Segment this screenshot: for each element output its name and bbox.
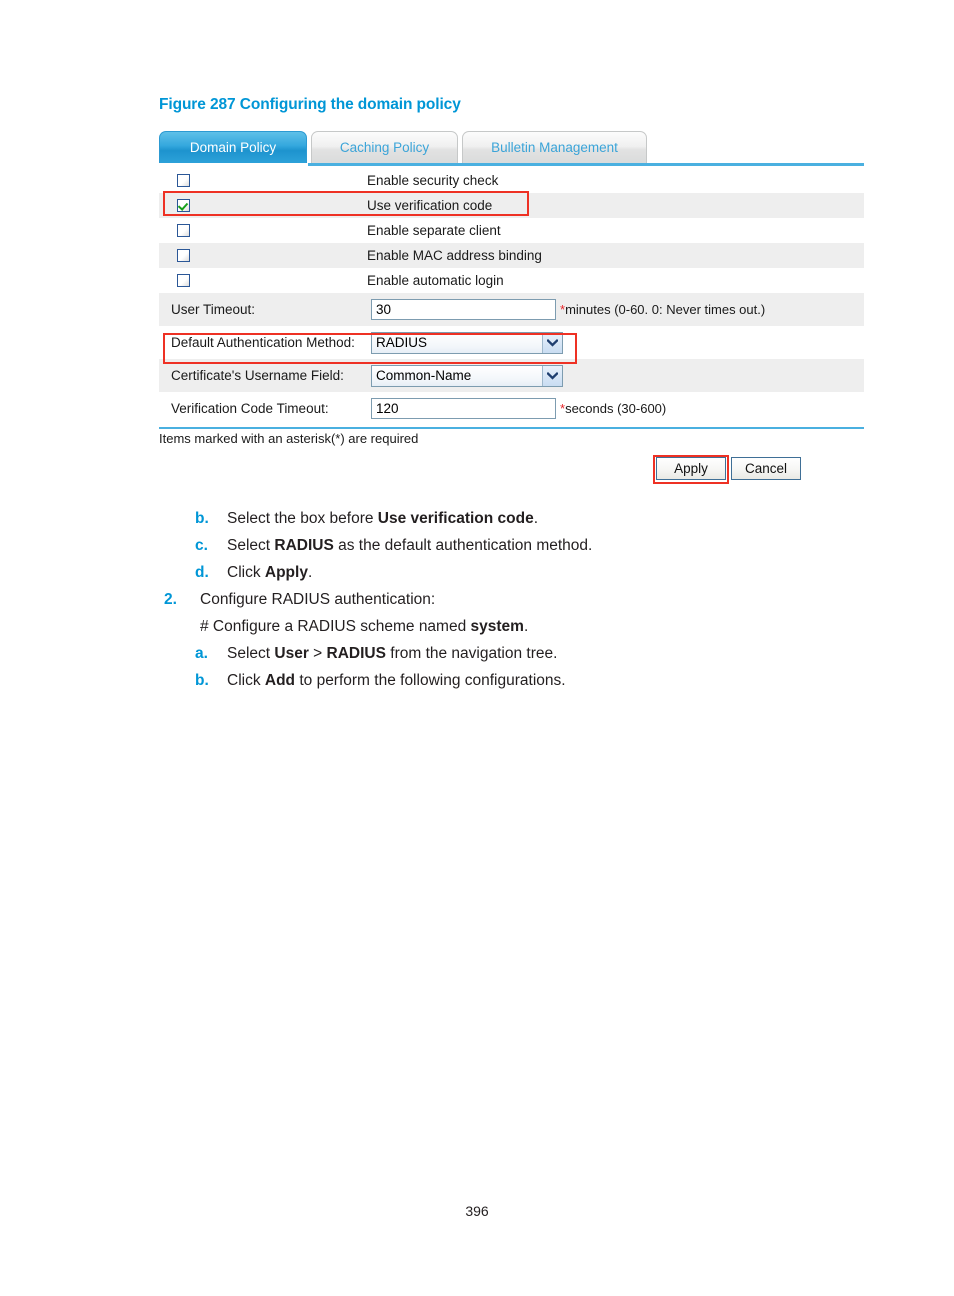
checkbox-cell	[159, 199, 207, 212]
checkbox-cell	[159, 224, 207, 237]
table-row: User Timeout: 30 *minutes (0-60. 0: Neve…	[159, 293, 864, 326]
verification-code-timeout-field-group: 120 *seconds (30-600)	[371, 398, 666, 419]
user-timeout-hint-text: minutes (0-60. 0: Never times out.)	[565, 302, 766, 317]
table-row: Default Authentication Method: RADIUS	[159, 326, 864, 359]
certificate-username-field-value: Common-Name	[376, 367, 472, 383]
default-auth-method-select[interactable]: RADIUS	[371, 331, 563, 354]
apply-button[interactable]: Apply	[656, 457, 726, 480]
list-item: # Configure a RADIUS scheme named system…	[159, 613, 859, 640]
step-text: Select User > RADIUS from the navigation…	[227, 645, 558, 662]
checkbox-label: Enable separate client	[367, 223, 501, 238]
tab-active-gap	[159, 163, 308, 166]
checkbox-enable-security-check[interactable]	[176, 174, 190, 187]
step-marker: d.	[195, 564, 209, 581]
certificate-username-field-label: Certificate's Username Field:	[171, 368, 344, 383]
checkbox-label: Use verification code	[367, 198, 493, 213]
list-item: b. Select the box before Use verificatio…	[159, 505, 859, 532]
step-text: Configure RADIUS authentication:	[200, 591, 436, 608]
page-number: 396	[465, 1203, 489, 1219]
list-item: 2. Configure RADIUS authentication:	[159, 586, 859, 613]
verification-code-timeout-input[interactable]: 120	[371, 398, 556, 419]
table-row: Enable MAC address binding	[159, 243, 864, 268]
list-item: b. Click Add to perform the following co…	[159, 667, 859, 694]
table-row: Verification Code Timeout: 120 *seconds …	[159, 392, 864, 425]
step-marker: c.	[195, 537, 208, 554]
procedure-steps: b. Select the box before Use verificatio…	[159, 505, 859, 694]
list-item: a. Select User > RADIUS from the navigat…	[159, 640, 859, 667]
default-auth-method-field-group: RADIUS	[371, 331, 563, 354]
list-item: d. Click Apply.	[159, 559, 859, 586]
table-row: Enable separate client	[159, 218, 864, 243]
tab-bulletin-management-label: Bulletin Management	[491, 140, 618, 155]
tab-domain-policy[interactable]: Domain Policy	[159, 131, 307, 164]
tab-bulletin-management[interactable]: Bulletin Management	[462, 131, 647, 164]
domain-policy-screenshot: Domain Policy Caching Policy Bulletin Ma…	[159, 130, 864, 486]
table-row: Enable automatic login	[159, 268, 864, 293]
form-button-row: Apply Cancel	[159, 452, 864, 486]
chevron-down-icon[interactable]	[542, 332, 562, 353]
user-timeout-hint: *minutes (0-60. 0: Never times out.)	[560, 302, 765, 317]
user-timeout-label: User Timeout:	[171, 302, 256, 317]
table-row: Certificate's Username Field: Common-Nam…	[159, 359, 864, 392]
step-marker: a.	[195, 645, 208, 662]
certificate-username-field-select[interactable]: Common-Name	[371, 364, 563, 387]
checkbox-enable-automatic-login[interactable]	[176, 274, 190, 287]
checkbox-cell	[159, 274, 207, 287]
user-timeout-field-group: 30 *minutes (0-60. 0: Never times out.)	[371, 299, 765, 320]
step-marker: 2.	[164, 591, 177, 608]
tab-caching-policy[interactable]: Caching Policy	[311, 131, 458, 164]
step-text: # Configure a RADIUS scheme named system…	[200, 618, 529, 635]
default-auth-method-label: Default Authentication Method:	[171, 335, 355, 350]
step-text: Select the box before Use verification c…	[227, 510, 539, 527]
verification-code-timeout-label: Verification Code Timeout:	[171, 401, 329, 416]
figure-caption: Figure 287 Configuring the domain policy	[159, 96, 461, 113]
tab-bar: Domain Policy Caching Policy Bulletin Ma…	[159, 130, 864, 166]
checkbox-label: Enable MAC address binding	[367, 248, 542, 263]
step-text: Select RADIUS as the default authenticat…	[227, 537, 593, 554]
checkbox-enable-separate-client[interactable]	[176, 224, 190, 237]
domain-policy-form: Enable security check Use verification c…	[159, 165, 864, 486]
table-row: Use verification code	[159, 193, 864, 218]
checkbox-use-verification-code[interactable]	[176, 199, 190, 212]
checkbox-label: Enable automatic login	[367, 273, 504, 288]
table-row: Enable security check	[159, 168, 864, 193]
step-text: Click Apply.	[227, 564, 313, 581]
checkbox-cell	[159, 174, 207, 187]
tab-caching-policy-label: Caching Policy	[339, 140, 430, 155]
default-auth-method-value: RADIUS	[376, 334, 428, 350]
verification-code-timeout-hint-text: seconds (30-600)	[565, 401, 667, 416]
cancel-button[interactable]: Cancel	[731, 457, 801, 480]
tab-domain-policy-label: Domain Policy	[189, 140, 277, 155]
checkbox-cell	[159, 249, 207, 262]
user-timeout-input[interactable]: 30	[371, 299, 556, 320]
step-marker: b.	[195, 672, 209, 689]
certificate-username-field-group: Common-Name	[371, 364, 563, 387]
step-marker: b.	[195, 510, 209, 527]
chevron-down-icon[interactable]	[542, 365, 562, 386]
checkbox-label: Enable security check	[367, 173, 499, 188]
step-text: Click Add to perform the following confi…	[227, 672, 566, 689]
checkbox-enable-mac-address-binding[interactable]	[176, 249, 190, 262]
list-item: c. Select RADIUS as the default authenti…	[159, 532, 859, 559]
required-fields-note: Items marked with an asterisk(*) are req…	[159, 431, 419, 446]
verification-code-timeout-hint: *seconds (30-600)	[560, 401, 666, 416]
